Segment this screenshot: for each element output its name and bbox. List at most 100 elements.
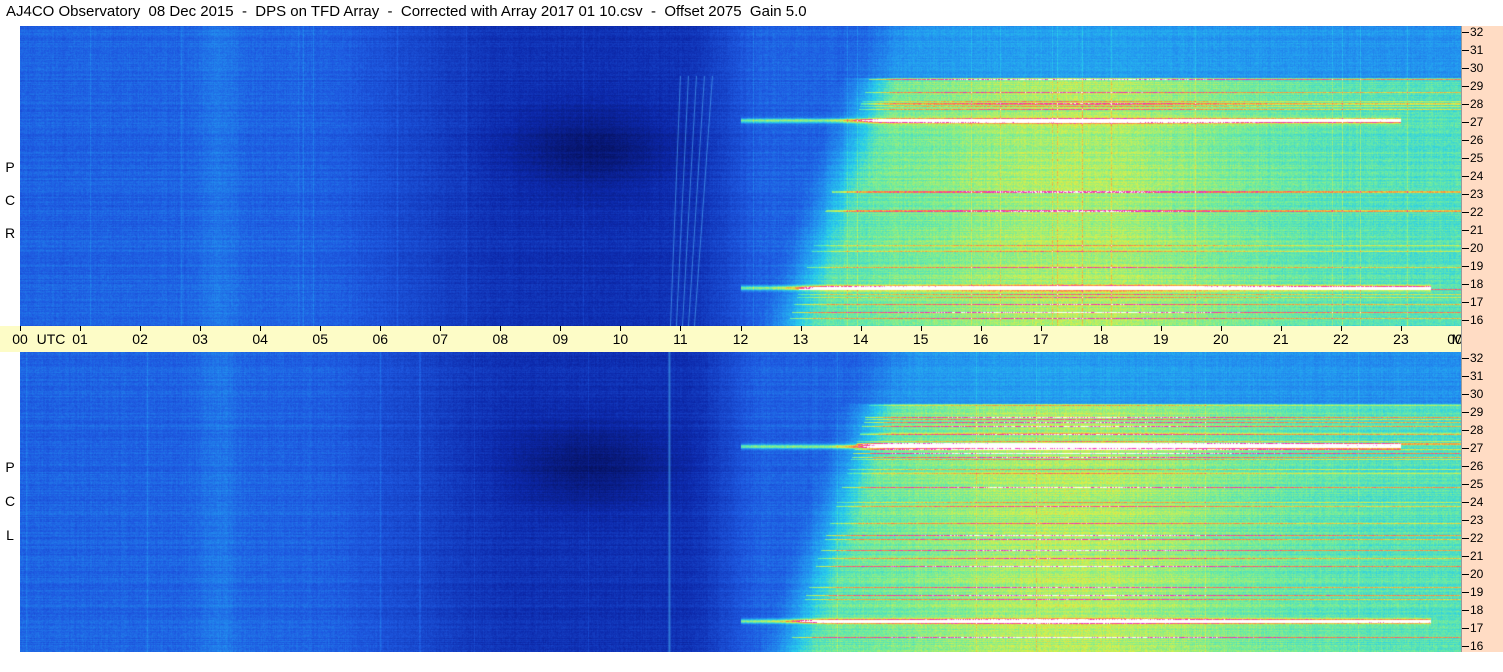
bottom-pol-letter-2: C [4, 493, 16, 509]
utc-tick-label: 19 [1152, 331, 1169, 347]
lcp-mhz-tick [1462, 448, 1469, 449]
rcp-mhz-tick [1462, 104, 1469, 105]
lcp-mhz-tick [1462, 628, 1469, 629]
rcp-mhz-tick-label: 27 [1470, 115, 1484, 129]
lcp-mhz-tick [1462, 592, 1469, 593]
utc-unit-label: UTC [36, 331, 66, 347]
rcp-mhz-tick-label: 21 [1470, 223, 1484, 237]
top-pol-letter-3: R [4, 225, 16, 241]
lcp-mhz-tick-label: 28 [1470, 423, 1484, 437]
utc-tick-label: 16 [972, 331, 989, 347]
lcp-mhz-tick-label: 29 [1470, 405, 1484, 419]
lcp-mhz-tick-label: 24 [1470, 495, 1484, 509]
rcp-mhz-tick-label: 31 [1470, 43, 1484, 57]
rcp-mhz-tick [1462, 158, 1469, 159]
rcp-mhz-tick-label: 26 [1470, 133, 1484, 147]
rcp-mhz-tick-label: 30 [1470, 61, 1484, 75]
lcp-mhz-tick-label: 23 [1470, 513, 1484, 527]
bottom-pol-letter-1: P [5, 459, 15, 475]
rcp-mhz-tick-label: 16 [1470, 313, 1484, 327]
lcp-mhz-tick-label: 22 [1470, 531, 1484, 545]
lcp-mhz-tick-label: 16 [1470, 639, 1484, 653]
lcp-mhz-tick [1462, 412, 1469, 413]
utc-tick-label: 10 [612, 331, 629, 347]
rcp-mhz-tick-label: 29 [1470, 79, 1484, 93]
lcp-mhz-tick-label: 17 [1470, 621, 1484, 635]
utc-tick-label: 02 [132, 331, 148, 347]
lcp-mhz-tick-label: 21 [1470, 549, 1484, 563]
lcp-mhz-tick [1462, 574, 1469, 575]
rcp-mhz-tick-label: 20 [1470, 241, 1484, 255]
lcp-mhz-tick [1462, 466, 1469, 467]
utc-tick-label: 08 [492, 331, 509, 347]
rcp-mhz-tick [1462, 176, 1469, 177]
rcp-mhz-tick-label: 17 [1470, 295, 1484, 309]
bottom-pol-label: P C L [0, 352, 20, 652]
rcp-mhz-tick [1462, 320, 1469, 321]
top-pol-label: P C R [0, 26, 20, 326]
lcp-mhz-tick [1462, 376, 1469, 377]
utc-tick-label: 20 [1213, 331, 1229, 347]
top-pol-letter-1: P [5, 159, 15, 175]
lcp-mhz-tick-label: 20 [1470, 567, 1484, 581]
utc-tick-label: 21 [1273, 331, 1289, 347]
lcp-spectrogram [20, 352, 1461, 652]
utc-tick-label: 17 [1032, 331, 1049, 347]
rcp-mhz-tick-label: 18 [1470, 277, 1484, 291]
rcp-mhz-tick-label: 24 [1470, 169, 1484, 183]
lcp-mhz-tick [1462, 484, 1469, 485]
rcp-mhz-tick-label: 19 [1470, 259, 1484, 273]
rcp-mhz-tick [1462, 230, 1469, 231]
lcp-mhz-tick-label: 25 [1470, 477, 1484, 491]
lcp-mhz-tick-label: 18 [1470, 603, 1484, 617]
utc-tick-label: 13 [792, 331, 809, 347]
utc-tick-label: 15 [912, 331, 929, 347]
lcp-mhz-tick [1462, 520, 1469, 521]
top-pol-letter-2: C [4, 192, 16, 208]
lcp-mhz-tick [1462, 394, 1469, 395]
rcp-mhz-tick [1462, 86, 1469, 87]
utc-tick-label: 14 [852, 331, 869, 347]
rcp-mhz-tick-label: 28 [1470, 97, 1484, 111]
rcp-mhz-tick [1462, 248, 1469, 249]
lcp-mhz-tick-label: 26 [1470, 459, 1484, 473]
rcp-mhz-tick [1462, 284, 1469, 285]
lcp-mhz-tick-label: 30 [1470, 387, 1484, 401]
utc-tick-label: 06 [372, 331, 389, 347]
lcp-mhz-tick [1462, 502, 1469, 503]
page-title: AJ4CO Observatory 08 Dec 2015 - DPS on T… [6, 3, 807, 20]
lcp-mhz-tick-label: 32 [1470, 351, 1484, 365]
rcp-mhz-tick [1462, 194, 1469, 195]
rcp-mhz-tick [1462, 266, 1469, 267]
lcp-mhz-tick-label: 31 [1470, 369, 1484, 383]
lcp-mhz-tick-label: 27 [1470, 441, 1484, 455]
rcp-mhz-tick [1462, 32, 1469, 33]
utc-tick-label: 00 [12, 331, 28, 347]
rcp-mhz-tick-label: 22 [1470, 205, 1484, 219]
utc-tick-label: 04 [252, 331, 268, 347]
rcp-spectrogram [20, 26, 1461, 326]
rcp-mhz-tick [1462, 122, 1469, 123]
utc-tick-label: 01 [72, 331, 88, 347]
lcp-mhz-tick [1462, 358, 1469, 359]
rcp-mhz-tick-label: 32 [1470, 25, 1484, 39]
lcp-freq-axis: 32 31 30 29 28 27 26 25 24 23 22 21 20 19 18 17 16 [1461, 352, 1503, 652]
rcp-mhz-tick [1462, 68, 1469, 69]
rcp-mhz-tick [1462, 140, 1469, 141]
lcp-mhz-tick-label: 19 [1470, 585, 1484, 599]
rcp-mhz-tick [1462, 212, 1469, 213]
lcp-mhz-tick [1462, 610, 1469, 611]
lcp-mhz-tick [1462, 646, 1469, 647]
lcp-mhz-tick [1462, 556, 1469, 557]
lcp-mhz-tick [1462, 538, 1469, 539]
lcp-mhz-tick [1462, 430, 1469, 431]
utc-tick-label: 23 [1393, 331, 1409, 347]
utc-tick-label: 05 [312, 331, 328, 347]
rcp-mhz-tick-label: 23 [1470, 187, 1484, 201]
utc-tick-label: 07 [432, 331, 449, 347]
rcp-mhz-tick [1462, 302, 1469, 303]
bottom-pol-letter-3: L [6, 527, 14, 543]
utc-time-axis: 00 01 02 03 04 05 06 07 08 09 10 11 12 13 14 15 16 17 18 19… [0, 326, 1480, 352]
rcp-mhz-tick-label: 25 [1470, 151, 1484, 165]
time-axis-right-cap [1461, 326, 1503, 352]
